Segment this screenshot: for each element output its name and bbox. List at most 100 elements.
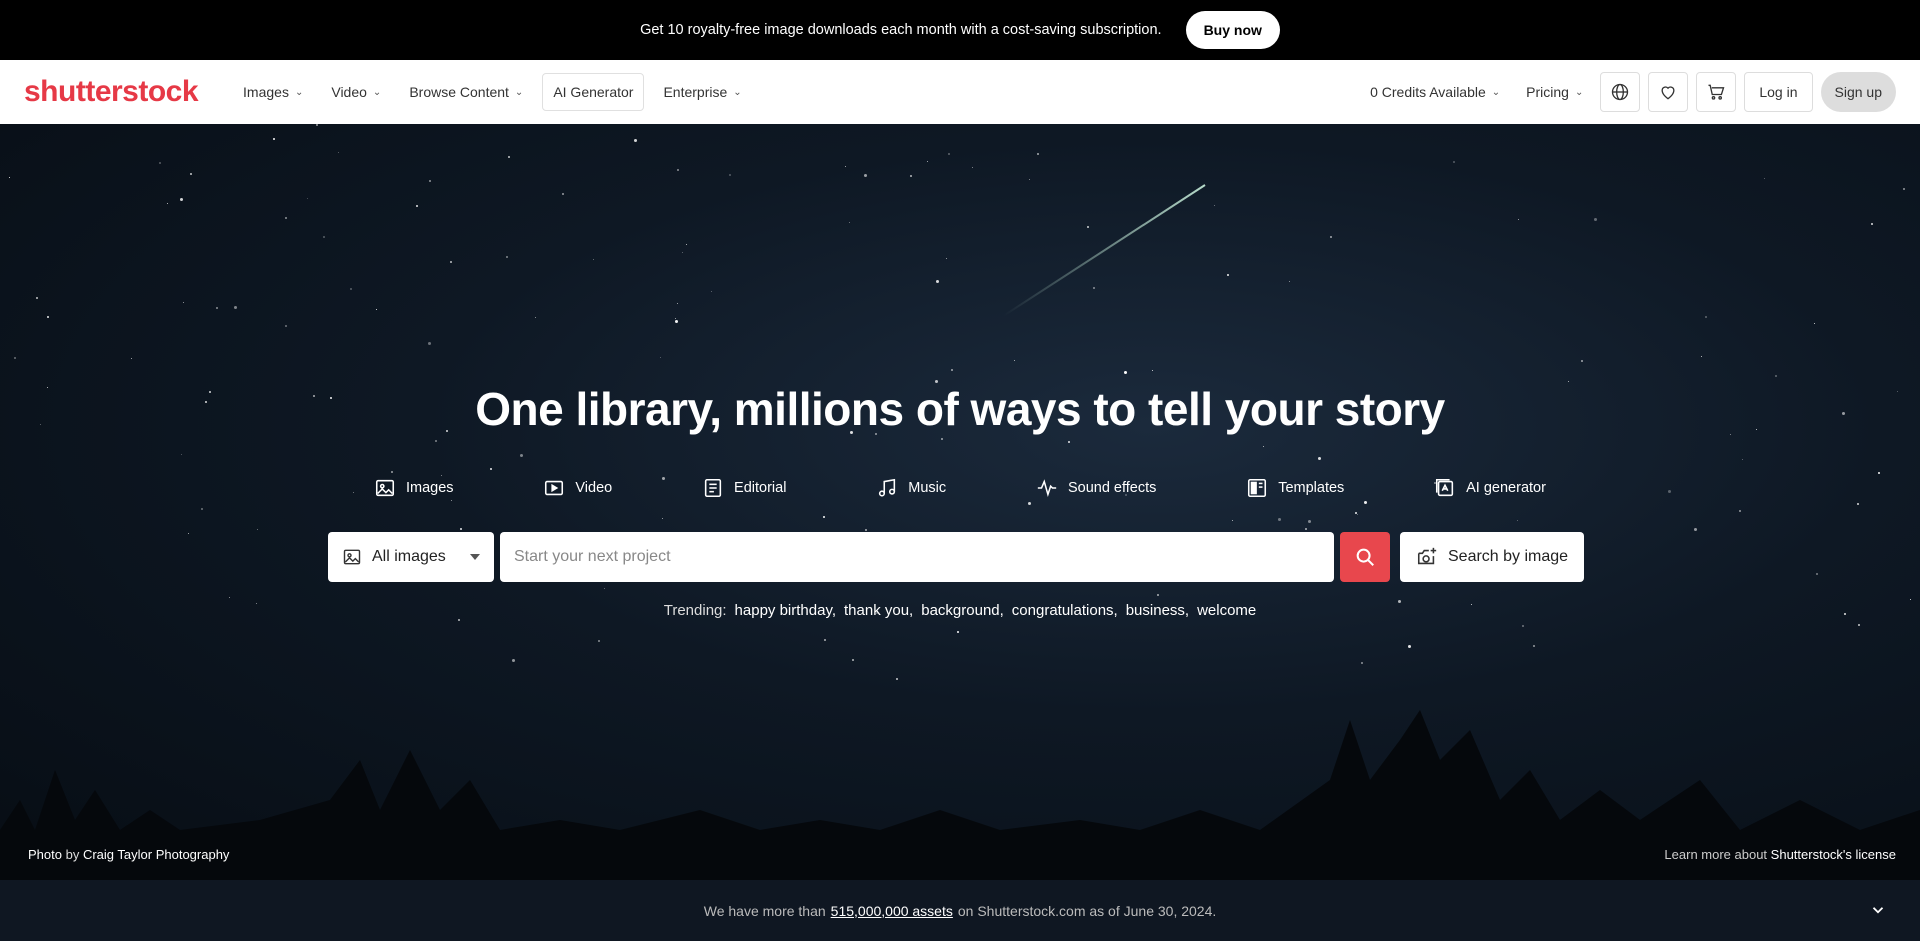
star xyxy=(1318,457,1321,460)
star xyxy=(1816,573,1818,575)
nav-images-button[interactable]: Images ⌄ xyxy=(234,73,312,111)
login-button[interactable]: Log in xyxy=(1744,72,1813,112)
star xyxy=(512,659,515,662)
star xyxy=(1157,594,1159,596)
music-icon xyxy=(879,478,896,497)
star xyxy=(188,533,189,534)
star xyxy=(458,619,460,621)
star xyxy=(257,529,258,530)
star xyxy=(711,291,712,292)
star xyxy=(936,280,939,283)
star xyxy=(450,261,452,263)
chevron-down-icon: ⌄ xyxy=(733,86,742,98)
star xyxy=(682,252,683,253)
star xyxy=(1701,356,1702,357)
star xyxy=(180,198,183,201)
star xyxy=(1093,287,1095,289)
shutterstock-logo[interactable]: shutterstock xyxy=(24,75,199,109)
category-sound-effects-button[interactable]: Sound effects xyxy=(1022,470,1170,506)
star xyxy=(957,631,959,633)
promo-bar: Get 10 royalty-free image downloads each… xyxy=(0,0,1920,60)
star xyxy=(1522,625,1524,627)
star xyxy=(845,166,846,167)
photographer-link[interactable]: Craig Taylor Photography xyxy=(83,847,229,862)
promo-text: Get 10 royalty-free image downloads each… xyxy=(640,22,1162,38)
star xyxy=(1518,219,1519,220)
star xyxy=(428,342,431,345)
templates-icon xyxy=(1248,478,1267,498)
star xyxy=(1124,371,1127,374)
star xyxy=(506,256,508,258)
features-toggle-button[interactable] xyxy=(1860,892,1896,928)
signup-button[interactable]: Sign up xyxy=(1820,72,1896,112)
star xyxy=(1694,528,1697,531)
category-label: Sound effects xyxy=(1067,480,1157,496)
nav-item-label: Video xyxy=(331,84,367,100)
star xyxy=(677,169,679,171)
trending-link[interactable]: happy birthday, xyxy=(735,602,836,619)
star xyxy=(131,358,132,359)
chevron-down-icon: ⌄ xyxy=(1491,86,1501,98)
star xyxy=(1278,518,1281,521)
star xyxy=(675,318,676,319)
star xyxy=(181,454,182,455)
search-by-image-button[interactable]: Search by image xyxy=(1400,532,1585,582)
trending-link[interactable]: business, xyxy=(1126,602,1189,619)
star xyxy=(1087,226,1089,228)
trending-searches: Trending: happy birthday, thank you, bac… xyxy=(0,602,1920,619)
nav-ai-generator-button[interactable]: AI Generator xyxy=(542,73,645,111)
collections-button[interactable] xyxy=(1648,72,1689,112)
star xyxy=(1330,236,1332,238)
category-video-button[interactable]: Video xyxy=(529,470,626,506)
category-editorial-button[interactable]: Editorial xyxy=(688,470,800,506)
star xyxy=(951,369,953,371)
star xyxy=(1029,179,1030,180)
star xyxy=(9,177,10,178)
star xyxy=(1068,441,1070,443)
license-link[interactable]: Shutterstock's license xyxy=(1771,847,1896,862)
video-icon xyxy=(545,480,564,496)
star xyxy=(1355,512,1357,514)
media-type-dropdown[interactable]: All images xyxy=(328,532,494,582)
nav-video-button[interactable]: Video ⌄ xyxy=(322,73,390,111)
category-music-button[interactable]: Music xyxy=(862,470,960,506)
photo-link[interactable]: Photo xyxy=(28,847,62,862)
star xyxy=(675,320,678,323)
category-ai-generator-button[interactable]: AI generator xyxy=(1420,470,1560,506)
star xyxy=(729,174,731,176)
search-button[interactable] xyxy=(1340,532,1390,582)
ai-generator-icon xyxy=(1436,478,1454,497)
category-tabs: Images Video Editorial Music Sound effec… xyxy=(360,470,1560,506)
pricing-button[interactable]: Pricing ⌄ xyxy=(1517,73,1592,111)
star xyxy=(1517,520,1518,521)
star xyxy=(353,492,354,493)
trending-link[interactable]: background, xyxy=(921,602,1004,619)
star xyxy=(948,153,950,155)
star xyxy=(686,244,687,245)
cart-icon xyxy=(1708,84,1725,100)
category-templates-button[interactable]: Templates xyxy=(1232,470,1358,506)
nav-browse-content-button[interactable]: Browse Content ⌄ xyxy=(400,73,532,111)
buy-now-button[interactable]: Buy now xyxy=(1185,11,1280,49)
assets-link[interactable]: 515,000,000 assets xyxy=(831,903,953,919)
hero-title: One library, millions of ways to tell yo… xyxy=(475,383,1445,435)
trending-link[interactable]: welcome xyxy=(1197,602,1256,619)
star xyxy=(941,438,943,440)
star xyxy=(323,236,325,238)
language-select-button[interactable] xyxy=(1600,72,1641,112)
category-images-button[interactable]: Images xyxy=(360,470,468,506)
photo-credit: Photo by Craig Taylor Photography xyxy=(28,847,229,862)
star xyxy=(1775,375,1777,377)
star xyxy=(167,203,168,204)
nav-enterprise-button[interactable]: Enterprise ⌄ xyxy=(654,73,750,111)
nav-item-label: AI Generator xyxy=(553,84,634,100)
hero-section: One library, millions of ways to tell yo… xyxy=(0,124,1920,880)
credits-button[interactable]: 0 Credits Available ⌄ xyxy=(1361,73,1509,111)
trending-link[interactable]: thank you, xyxy=(844,602,913,619)
search-input[interactable] xyxy=(500,532,1334,582)
cart-button[interactable] xyxy=(1696,72,1737,112)
star xyxy=(604,588,605,589)
search-by-image-label: Search by image xyxy=(1448,548,1569,565)
star xyxy=(598,640,600,642)
trending-link[interactable]: congratulations, xyxy=(1012,602,1118,619)
